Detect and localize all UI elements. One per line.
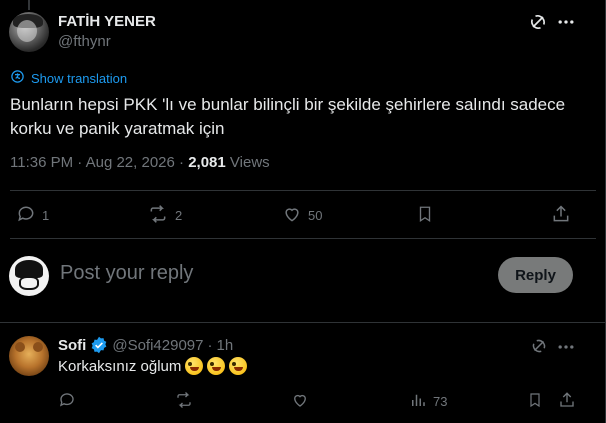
reply-icon xyxy=(16,204,36,227)
tweet-time[interactable]: 11:36 PM xyxy=(10,154,73,171)
thread-line xyxy=(28,0,30,10)
reply-bookmark-action[interactable] xyxy=(527,391,543,412)
repost-icon xyxy=(147,204,169,227)
tweet-meta: 11:36 PM · Aug 22, 2026 · 2,081 Views xyxy=(10,154,270,171)
zany-face-emoji-icon xyxy=(229,357,248,375)
meta-separator: · xyxy=(179,154,189,171)
show-translation-label: Show translation xyxy=(31,70,128,86)
post-detail-view: FATİH YENER @fthynr Show translation Bun… xyxy=(0,0,606,423)
verified-badge-icon xyxy=(90,336,108,354)
reply-button[interactable]: Reply xyxy=(498,257,573,293)
more-icon[interactable] xyxy=(556,12,576,32)
author-avatar[interactable] xyxy=(9,12,49,52)
more-icon[interactable] xyxy=(556,337,576,357)
reply-author-handle[interactable]: @Sofi429097 xyxy=(112,337,203,354)
repost-icon xyxy=(174,391,194,412)
reply-input[interactable]: Post your reply xyxy=(60,262,193,285)
bookmark-icon xyxy=(416,204,434,227)
views-count: 2,081 xyxy=(188,154,226,171)
meta-separator: · xyxy=(207,336,213,354)
reply-text: Korkaksınız oğlum xyxy=(58,357,248,375)
reply-text-body: Korkaksınız oğlum xyxy=(58,357,182,375)
divider xyxy=(10,190,596,191)
grok-icon[interactable] xyxy=(528,12,548,32)
repost-count: 2 xyxy=(175,208,183,223)
translate-icon xyxy=(10,69,25,87)
reply-reply-action[interactable] xyxy=(58,391,76,412)
grok-icon[interactable] xyxy=(530,337,548,355)
zany-face-emoji-icon xyxy=(185,357,204,375)
heart-icon xyxy=(282,204,302,227)
reply-time[interactable]: 1h xyxy=(216,337,233,354)
reply-share-action[interactable] xyxy=(558,391,576,412)
like-action[interactable]: 50 xyxy=(282,204,322,227)
zany-face-emoji-icon xyxy=(207,357,226,375)
tweet-text: Bunların hepsi PKK 'lı ve bunlar bilinçl… xyxy=(10,95,566,138)
bookmark-icon xyxy=(527,391,543,412)
reply-views-action[interactable]: 73 xyxy=(409,391,447,412)
reply-views-count: 73 xyxy=(433,394,448,409)
bookmark-action[interactable] xyxy=(416,204,434,227)
reply-icon xyxy=(58,391,76,412)
divider xyxy=(10,238,596,239)
current-user-avatar[interactable] xyxy=(9,256,49,296)
share-icon xyxy=(551,204,571,227)
author-handle[interactable]: @fthynr xyxy=(58,33,111,50)
reply-action[interactable]: 1 xyxy=(16,204,49,227)
share-action[interactable] xyxy=(551,204,571,227)
share-icon xyxy=(558,391,576,412)
reply-author-name[interactable]: Sofi xyxy=(58,337,86,354)
meta-separator: · xyxy=(77,154,86,171)
divider xyxy=(0,322,605,323)
reply-author-avatar[interactable] xyxy=(9,336,49,376)
show-translation-link[interactable]: Show translation xyxy=(10,69,127,87)
reply-repost-action[interactable] xyxy=(174,391,194,412)
views-label: Views xyxy=(229,154,270,171)
views-icon xyxy=(409,391,427,412)
reply-like-action[interactable] xyxy=(291,391,309,412)
reply-count: 1 xyxy=(42,208,50,223)
repost-action[interactable]: 2 xyxy=(147,204,182,227)
heart-icon xyxy=(291,391,309,412)
tweet-date[interactable]: Aug 22, 2026 xyxy=(86,154,175,171)
reply-header: Sofi @Sofi429097 · 1h xyxy=(58,336,233,354)
author-name[interactable]: FATİH YENER xyxy=(58,13,156,30)
like-count: 50 xyxy=(308,208,323,223)
